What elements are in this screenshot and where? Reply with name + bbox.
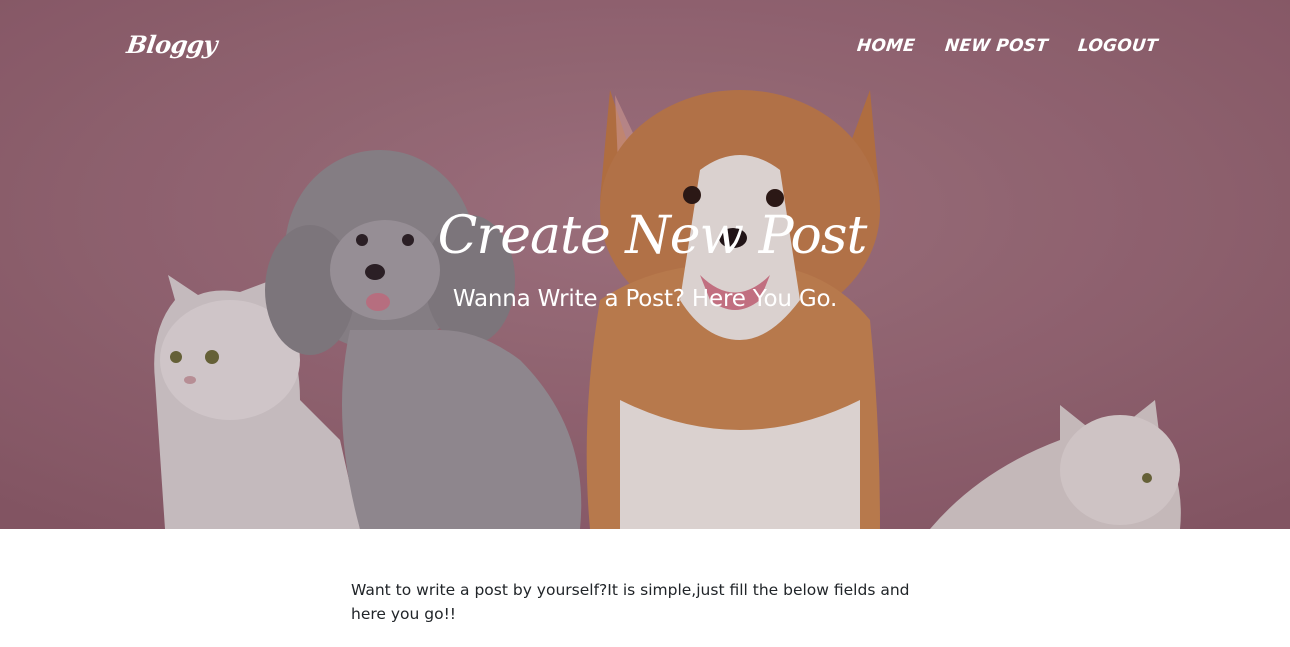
page-subheading: Wanna Write a Post? Here You Go. bbox=[452, 286, 838, 313]
main-content: Want to write a post by yourself?It is s… bbox=[351, 578, 941, 626]
intro-text: Want to write a post by yourself?It is s… bbox=[351, 581, 910, 623]
nav-links: HOME NEW POST LOGOUT bbox=[856, 36, 1159, 56]
page-heading: Create New Post Wanna Write a Post? Here… bbox=[0, 206, 1290, 313]
nav-link-logout[interactable]: LOGOUT bbox=[1077, 36, 1159, 56]
page-title: Create New Post bbox=[437, 206, 868, 266]
masthead: Bloggy HOME NEW POST LOGOUT Create New P… bbox=[0, 0, 1290, 529]
brand-logo-link[interactable]: Bloggy bbox=[125, 30, 219, 59]
top-navbar: Bloggy HOME NEW POST LOGOUT bbox=[0, 0, 1290, 95]
nav-link-new-post[interactable]: NEW POST bbox=[944, 36, 1049, 56]
nav-link-home[interactable]: HOME bbox=[856, 36, 916, 56]
